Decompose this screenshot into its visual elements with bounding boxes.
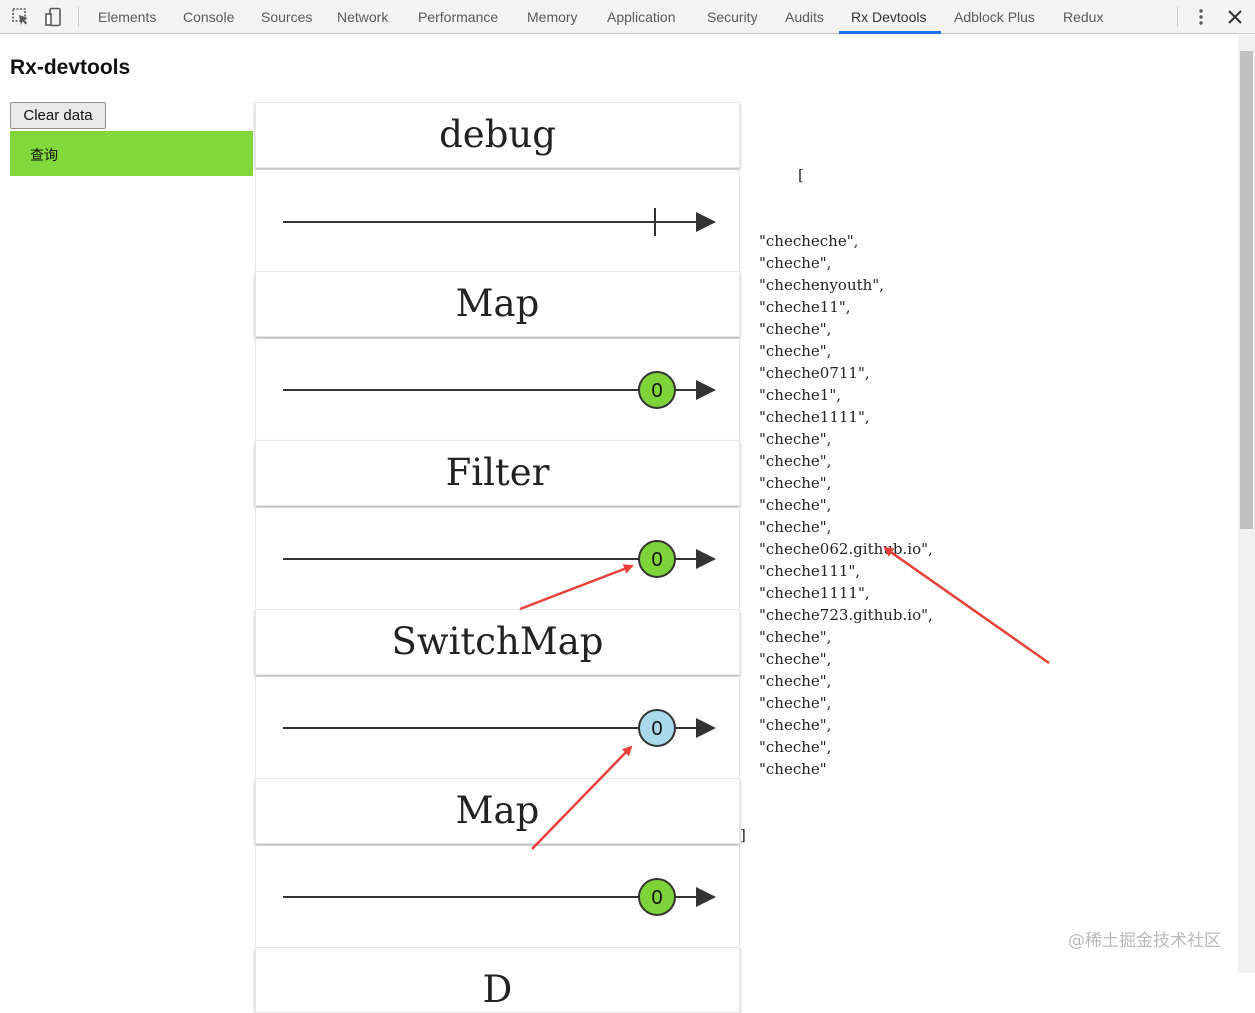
json-open-bracket: [ xyxy=(798,166,804,184)
json-item-line: "cheche", xyxy=(759,518,832,536)
tab-application[interactable]: Application xyxy=(607,0,676,34)
json-item-line: "cheche723.github.io", xyxy=(759,606,933,624)
inspect-element-icon[interactable] xyxy=(11,7,31,27)
marble-timeline xyxy=(255,170,740,270)
json-item-line: "cheche", xyxy=(759,716,832,734)
json-item-line: "cheche1", xyxy=(759,386,841,404)
operator-header: Map xyxy=(255,271,740,337)
json-item-line: "cheche", xyxy=(759,254,832,272)
timeline-arrow-icon xyxy=(696,549,716,569)
timeline-arrow-icon xyxy=(696,212,716,232)
tab-audits[interactable]: Audits xyxy=(785,0,824,34)
tab-redux[interactable]: Redux xyxy=(1063,0,1103,34)
json-item-line: "cheche111", xyxy=(759,562,861,580)
json-item-line: "cheche", xyxy=(759,452,832,470)
toolbar-divider xyxy=(78,7,79,27)
marble-label: 0 xyxy=(651,380,662,402)
json-items: "checheche", "cheche", "chechenyouth", "che… xyxy=(740,230,933,780)
clear-data-button[interactable]: Clear data xyxy=(10,102,106,129)
operator-name: debug xyxy=(439,113,556,156)
timeline-svg: 0 xyxy=(283,540,716,578)
observable-list-item[interactable]: 查询 xyxy=(10,131,253,176)
json-item-line: "cheche", xyxy=(759,320,832,338)
marble-timeline: 0 xyxy=(255,339,740,439)
timeline-svg: 0 xyxy=(283,878,716,916)
more-options-icon[interactable] xyxy=(1191,7,1211,27)
tab-elements[interactable]: Elements xyxy=(98,0,156,34)
json-item-line: "cheche", xyxy=(759,496,832,514)
json-output: [ "checheche", "cheche", "chechenyouth", "c… xyxy=(740,120,933,868)
json-item-line: "cheche1111", xyxy=(759,584,870,602)
json-item-line: "cheche", xyxy=(759,738,832,756)
json-item-line: "cheche", xyxy=(759,650,832,668)
active-tab-indicator xyxy=(839,31,941,34)
tab-sources[interactable]: Sources xyxy=(261,0,312,34)
json-item-line: "cheche", xyxy=(759,474,832,492)
json-item-line: "checheche", xyxy=(759,232,859,250)
watermark-text: @稀土掘金技术社区 xyxy=(1068,931,1221,951)
tab-security[interactable]: Security xyxy=(707,0,758,34)
operator-chain: debug Map 0 Filter 0 SwitchMap 0 Map 0 D xyxy=(254,102,741,1013)
operator-header: SwitchMap xyxy=(255,609,740,675)
json-item-line: "cheche1111", xyxy=(759,408,870,426)
observable-name-label: 查询 xyxy=(30,148,58,164)
tab-memory[interactable]: Memory xyxy=(527,0,578,34)
operator-header: Map xyxy=(255,778,740,844)
json-item-line: "cheche", xyxy=(759,694,832,712)
marble-timeline: 0 xyxy=(255,508,740,608)
page-title: Rx-devtools xyxy=(10,56,131,79)
tab-network[interactable]: Network xyxy=(337,0,388,34)
operator-name: Filter xyxy=(445,451,550,494)
json-item-line: "cheche11", xyxy=(759,298,851,316)
timeline-svg xyxy=(283,208,716,236)
operator-header: Filter xyxy=(255,440,740,506)
operator-header: debug xyxy=(255,102,740,168)
marble-timeline: 0 xyxy=(255,846,740,946)
timeline-arrow-icon xyxy=(696,718,716,738)
tab-performance[interactable]: Performance xyxy=(418,0,498,34)
marble-timeline: 0 xyxy=(255,677,740,777)
device-toolbar-icon[interactable] xyxy=(44,7,64,27)
toolbar-divider xyxy=(1177,7,1178,27)
tab-adblock-plus[interactable]: Adblock Plus xyxy=(954,0,1035,34)
marble-label: 0 xyxy=(651,549,662,571)
operator-header: D xyxy=(255,947,740,1013)
json-item-line: "cheche", xyxy=(759,672,832,690)
marble-label: 0 xyxy=(651,887,662,909)
json-item-line: "cheche", xyxy=(759,430,832,448)
json-item-line: "cheche", xyxy=(759,628,832,646)
operator-name: Map xyxy=(455,789,540,832)
marble-label: 0 xyxy=(651,718,662,740)
operator-name: Map xyxy=(455,282,540,325)
json-item-line: "chechenyouth", xyxy=(759,276,884,294)
close-icon[interactable] xyxy=(1225,7,1245,27)
json-item-line: "cheche", xyxy=(759,342,832,360)
operator-name: D xyxy=(482,968,513,1011)
json-close-bracket: ] xyxy=(740,826,746,844)
json-item-line: "cheche062.github.io", xyxy=(759,540,933,558)
devtools-tabbar: Elements Console Sources Network Perform… xyxy=(0,0,1255,34)
timeline-svg: 0 xyxy=(283,371,716,409)
timeline-arrow-icon xyxy=(696,887,716,907)
timeline-arrow-icon xyxy=(696,380,716,400)
timeline-svg: 0 xyxy=(283,709,716,747)
json-item-line: "cheche" xyxy=(759,760,827,778)
tab-rx-devtools[interactable]: Rx Devtools xyxy=(851,0,926,34)
scrollbar-thumb[interactable] xyxy=(1240,51,1253,529)
operator-name: SwitchMap xyxy=(391,620,604,663)
tab-console[interactable]: Console xyxy=(183,0,234,34)
json-item-line: "cheche0711", xyxy=(759,364,870,382)
